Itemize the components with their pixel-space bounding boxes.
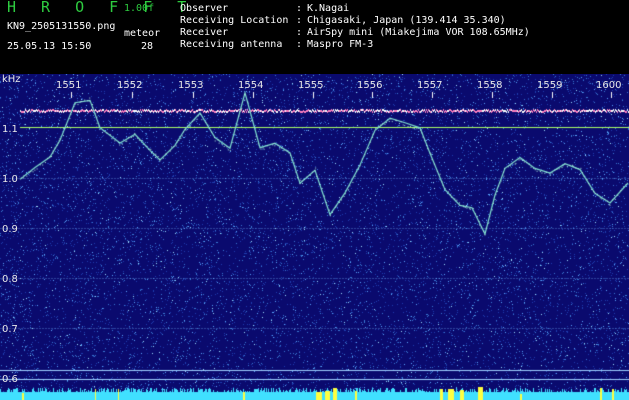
y-tick-label: 1.1 [2,124,18,135]
location-label: Receiving Location [180,15,289,26]
spectrogram-canvas [0,74,629,400]
observer-value: K.Nagai [307,3,350,14]
observer-sep: : [296,3,303,14]
x-tick-label: 1558 [477,80,503,91]
x-tick-label: 1551 [56,80,82,91]
header-panel: H R O F F T 1.00f KN9_2505131550.png 25.… [0,0,629,74]
observer-label: Observer [180,3,229,14]
datetime-label: 25.05.13 15:50 [7,41,92,52]
x-tick-label: 1552 [117,80,143,91]
y-unit-label: kHz [2,74,21,85]
location-sep: : [296,15,303,26]
app-title: H R O F F T [7,0,195,16]
x-tick-label: 1557 [417,80,443,91]
receiver-value: AirSpy mini (Miakejima VOR 108.65MHz) [307,27,530,38]
antenna-label: Receiving antenna [180,39,283,50]
receiver-sep: : [296,27,303,38]
x-tick-label: 1554 [238,80,264,91]
meteor-label: meteor [124,28,161,39]
antenna-value: Maspro FM-3 [307,39,374,50]
location-value: Chigasaki, Japan (139.414 35.340) [307,15,506,26]
meteor-count: 28 [141,41,154,52]
filename-label: KN9_2505131550.png [7,21,116,32]
y-tick-label: 1.0 [2,174,18,185]
x-tick-label: 1600 [596,80,622,91]
y-tick-label: 0.6 [2,374,18,385]
x-tick-label: 1555 [298,80,324,91]
antenna-sep: : [296,39,303,50]
y-tick-label: 0.7 [2,324,18,335]
spectrogram-plot: kHz 1.1 1.0 0.9 0.8 0.7 0.6 1551 1552 15… [0,74,629,400]
x-tick-label: 1553 [178,80,204,91]
x-tick-label: 1556 [357,80,383,91]
y-tick-label: 0.8 [2,274,18,285]
version-label: 1.00f [124,3,155,14]
x-tick-label: 1559 [537,80,563,91]
y-tick-label: 0.9 [2,224,18,235]
receiver-label: Receiver [180,27,229,38]
